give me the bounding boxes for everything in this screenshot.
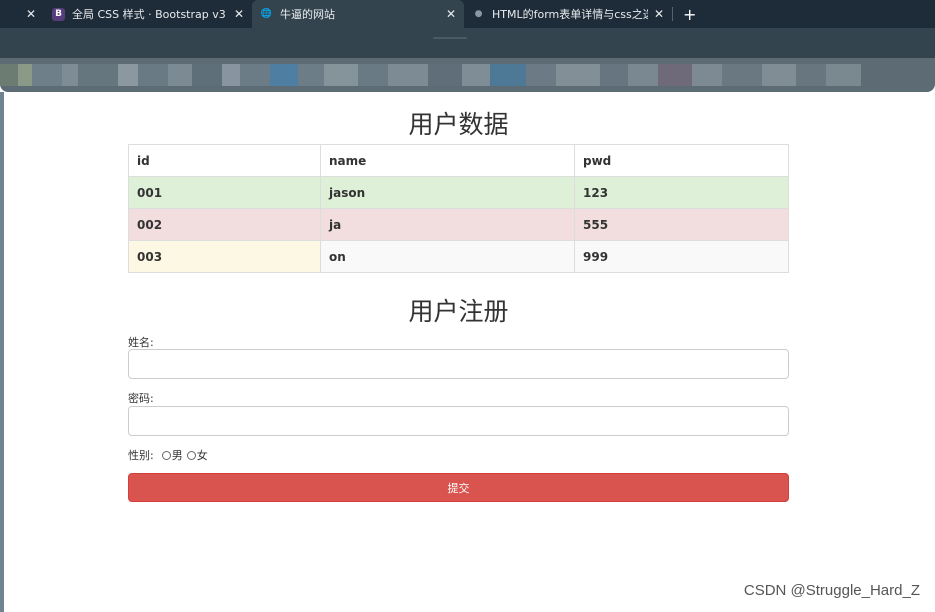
close-icon[interactable]: ✕ xyxy=(648,7,664,21)
cell-name: jason xyxy=(320,176,575,209)
plus-icon: + xyxy=(683,4,697,24)
table-title: 用户数据 xyxy=(408,110,509,139)
table-row: 003 on 999 xyxy=(128,240,789,273)
table-header-row: id name pwd xyxy=(128,144,789,177)
column-header-id: id xyxy=(128,144,321,177)
password-input[interactable] xyxy=(128,406,789,436)
column-header-pwd: pwd xyxy=(574,144,789,177)
cell-name: on xyxy=(320,240,575,273)
radio-female[interactable] xyxy=(186,450,196,460)
radio-female-label: 女 xyxy=(196,449,208,462)
submit-button-label: 提交 xyxy=(447,481,470,495)
browser-tab-bar: ✕ B 全局 CSS 样式 · Bootstrap v3 中 ✕ 🌐 牛逼的网站… xyxy=(0,0,935,28)
cell-id: 003 xyxy=(128,240,321,273)
dot-icon: ● xyxy=(474,9,483,19)
bootstrap-icon: B xyxy=(52,7,65,21)
cell-pwd: 999 xyxy=(574,240,789,273)
user-data-table: id name pwd 001 jason 123 002 ja 555 003… xyxy=(128,144,789,273)
tab-title: 牛逼的网站 xyxy=(280,8,335,21)
close-icon[interactable]: ✕ xyxy=(20,7,36,21)
gender-group: 性别: 男 女 xyxy=(128,447,208,463)
password-label: 密码: xyxy=(128,392,154,405)
cell-pwd: 555 xyxy=(574,208,789,241)
form-title: 用户注册 xyxy=(408,297,509,326)
tab-active-site[interactable]: 🌐 牛逼的网站 ✕ xyxy=(252,0,464,28)
close-icon[interactable]: ✕ xyxy=(440,7,456,21)
tab-title: HTML的form表单详情与css之选 xyxy=(492,8,648,21)
table-row: 001 jason 123 xyxy=(128,176,789,209)
globe-icon: 🌐 xyxy=(260,9,273,19)
gender-label: 性别: xyxy=(128,449,154,462)
cell-name: ja xyxy=(320,208,575,241)
bookmarks-bar-blurred xyxy=(0,58,935,92)
drag-handle[interactable] xyxy=(433,37,467,39)
column-header-name: name xyxy=(320,144,575,177)
name-label: 姓名: xyxy=(128,336,154,349)
table-row: 002 ja 555 xyxy=(128,208,789,241)
tab-html-form[interactable]: ● HTML的form表单详情与css之选 ✕ xyxy=(464,0,672,28)
window-edge xyxy=(0,92,4,612)
tab-previous[interactable]: ✕ xyxy=(0,0,44,28)
cell-pwd: 123 xyxy=(574,176,789,209)
close-icon[interactable]: ✕ xyxy=(228,7,244,21)
radio-male[interactable] xyxy=(161,450,171,460)
tab-bootstrap[interactable]: B 全局 CSS 样式 · Bootstrap v3 中 ✕ xyxy=(44,0,252,28)
cell-id: 002 xyxy=(128,208,321,241)
browser-toolbar xyxy=(0,28,935,58)
blurred-bookmarks xyxy=(0,64,861,86)
radio-male-label: 男 xyxy=(171,449,183,462)
submit-button[interactable]: 提交 xyxy=(128,473,789,502)
cell-id: 001 xyxy=(128,176,321,209)
new-tab-button[interactable]: + xyxy=(673,0,706,28)
name-input[interactable] xyxy=(128,349,789,379)
tab-title: 全局 CSS 样式 · Bootstrap v3 中 xyxy=(72,8,228,21)
watermark: CSDN @Struggle_Hard_Z xyxy=(743,582,920,599)
